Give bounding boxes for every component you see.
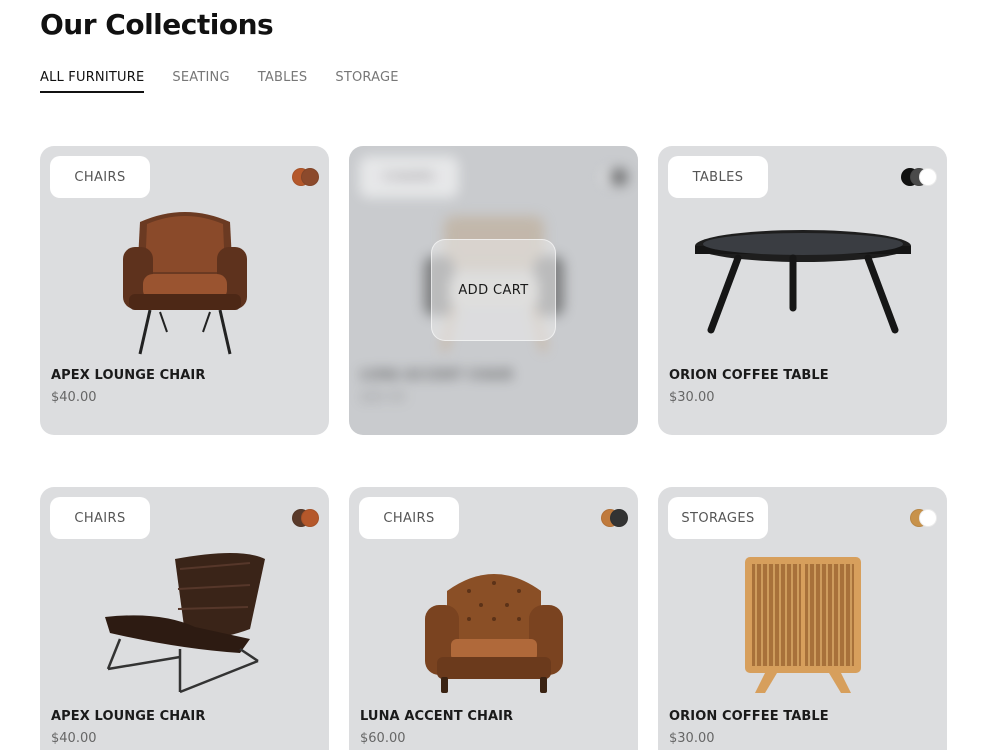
tab-seating[interactable]: SEATING — [172, 70, 229, 93]
color-swatch[interactable] — [301, 168, 319, 186]
product-name[interactable]: APEX LOUNGE CHAIR — [51, 368, 205, 383]
color-swatches — [601, 168, 628, 186]
product-card[interactable]: CHAIRS LUNA ACCENT CHAIR $60.00 ADD CART — [349, 146, 638, 435]
product-price: $60.00 — [360, 731, 406, 746]
product-price: $40.00 — [51, 731, 97, 746]
tab-storage[interactable]: STORAGE — [335, 70, 398, 93]
product-name[interactable]: ORION COFFEE TABLE — [669, 709, 829, 724]
category-badge: CHAIRS — [50, 156, 150, 198]
page-title: Our Collections — [40, 8, 274, 41]
color-swatch[interactable] — [301, 509, 319, 527]
product-price: $60.00 — [360, 390, 406, 405]
color-swatch[interactable] — [610, 168, 628, 186]
category-badge: STORAGES — [668, 497, 768, 539]
category-tabs: ALL FURNITURE SEATING TABLES STORAGE — [40, 70, 399, 93]
product-card[interactable]: CHAIRS APEX LOUNGE CHAIR $40.00 — [40, 487, 329, 750]
product-card[interactable]: CHAIRS LUNA ACCENT CHAIR $60.00 — [349, 487, 638, 750]
product-price: $30.00 — [669, 731, 715, 746]
armchair-leather-icon — [122, 212, 247, 355]
cabinet-icon — [744, 557, 861, 693]
category-badge: CHAIRS — [359, 156, 459, 198]
product-card[interactable]: CHAIRS APEX LOUNGE CHAIR $40.00 — [40, 146, 329, 435]
color-swatch[interactable] — [919, 168, 937, 186]
lounge-chair-icon — [104, 553, 265, 694]
color-swatches — [901, 168, 937, 186]
product-name[interactable]: LUNA ACCENT CHAIR — [360, 368, 513, 383]
color-swatches — [292, 168, 319, 186]
chesterfield-chair-icon — [424, 574, 563, 693]
color-swatches — [292, 509, 319, 527]
product-card[interactable]: TABLES ORION COFFEE TABLE $30.00 — [658, 146, 947, 435]
product-price: $30.00 — [669, 390, 715, 405]
color-swatches — [601, 509, 628, 527]
category-badge: CHAIRS — [359, 497, 459, 539]
color-swatch[interactable] — [610, 509, 628, 527]
product-name[interactable]: ORION COFFEE TABLE — [669, 368, 829, 383]
add-to-cart-button[interactable]: ADD CART — [431, 239, 556, 341]
product-card[interactable]: STORAGES ORION COFFEE TABLE $30.00 — [658, 487, 947, 750]
category-badge: CHAIRS — [50, 497, 150, 539]
color-swatch[interactable] — [919, 509, 937, 527]
category-badge: TABLES — [668, 156, 768, 198]
coffee-table-icon — [694, 230, 911, 334]
product-name[interactable]: APEX LOUNGE CHAIR — [51, 709, 205, 724]
tab-tables[interactable]: TABLES — [258, 70, 308, 93]
tab-all-furniture[interactable]: ALL FURNITURE — [40, 70, 145, 93]
product-price: $40.00 — [51, 390, 97, 405]
color-swatches — [910, 509, 937, 527]
product-name[interactable]: LUNA ACCENT CHAIR — [360, 709, 513, 724]
